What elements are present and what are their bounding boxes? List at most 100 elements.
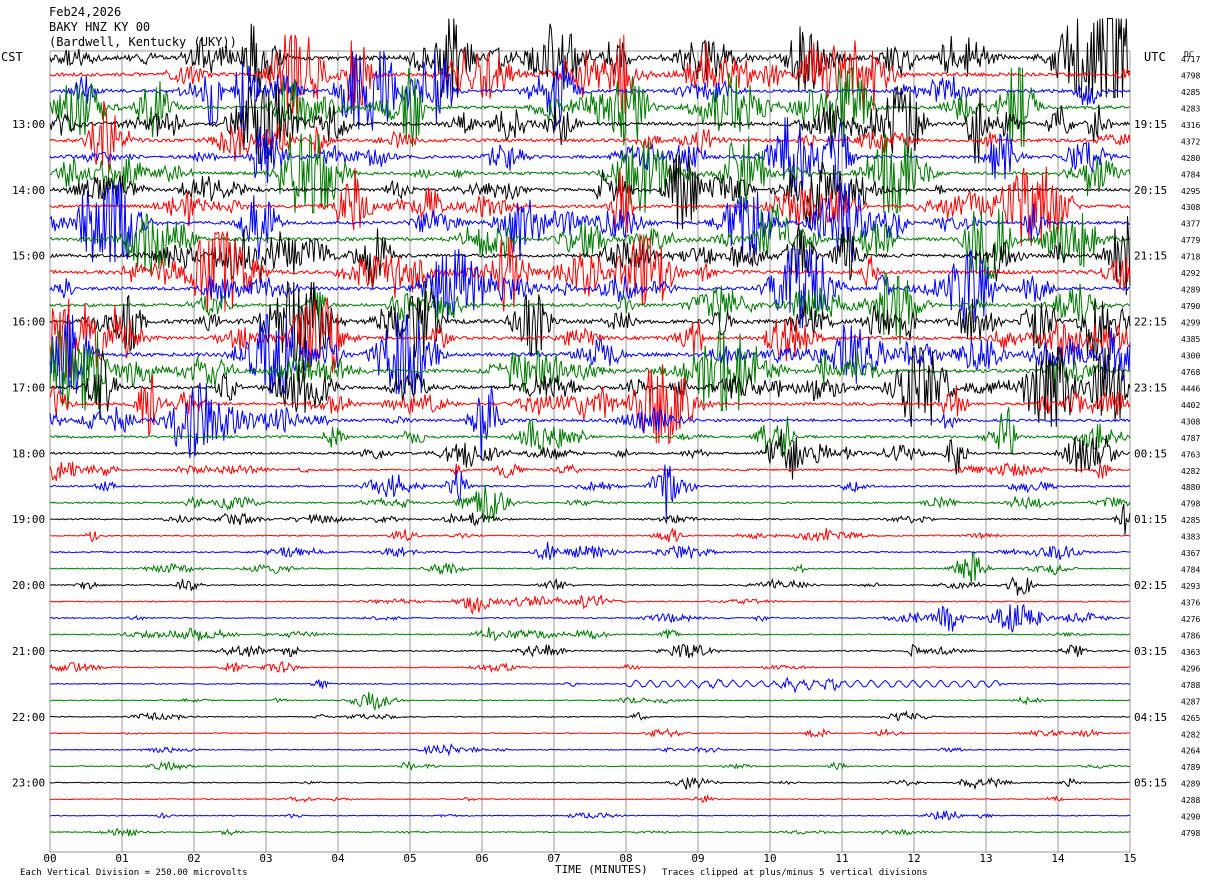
left-hour-label: 23:00 bbox=[12, 777, 45, 790]
right-hour-label: 04:15 bbox=[1134, 711, 1167, 724]
dc-offset-label: 4385 bbox=[1181, 335, 1200, 344]
clip-note: Traces clipped at plus/minus 5 vertical … bbox=[662, 868, 928, 878]
right-hour-label: 00:15 bbox=[1134, 447, 1167, 460]
dc-offset-label: 4288 bbox=[1181, 796, 1200, 805]
dc-offset-label: 4316 bbox=[1181, 121, 1200, 130]
seismic-trace bbox=[49, 461, 1130, 482]
dc-offset-label: 4790 bbox=[1181, 302, 1200, 311]
dc-offset-label: 4779 bbox=[1181, 236, 1200, 245]
seismic-trace bbox=[49, 661, 1130, 674]
x-tick-label: 12 bbox=[907, 852, 920, 865]
x-tick-label: 01 bbox=[115, 852, 128, 865]
seismic-trace bbox=[50, 552, 1130, 583]
left-hour-label: 18:00 bbox=[12, 447, 45, 460]
seismic-trace bbox=[49, 464, 1131, 520]
seismic-trace bbox=[49, 827, 1131, 837]
seismic-trace bbox=[49, 117, 1131, 197]
left-hour-label: 17:00 bbox=[12, 381, 45, 394]
dc-offset-label: 4289 bbox=[1181, 286, 1200, 295]
header-location: (Bardwell, Kentucky (UKY)) bbox=[49, 35, 237, 49]
dc-offset-label: 4308 bbox=[1181, 203, 1200, 212]
dc-offset-label: 4285 bbox=[1181, 88, 1200, 97]
dc-offset-label: 4299 bbox=[1181, 319, 1200, 328]
dc-offset-label: 4789 bbox=[1181, 763, 1200, 772]
trace-group bbox=[49, 18, 1131, 837]
dc-offset-label: 4300 bbox=[1181, 351, 1200, 360]
dc-offset-label: 4784 bbox=[1181, 170, 1200, 179]
x-tick-label: 02 bbox=[187, 852, 200, 865]
x-axis-title: TIME (MINUTES) bbox=[555, 863, 648, 876]
dc-offset-label: 4798 bbox=[1181, 500, 1200, 509]
helicorder-plot: Feb24,2026 BAKY HNZ KY 00 (Bardwell, Ken… bbox=[1, 5, 1200, 878]
dc-offset-label: 4265 bbox=[1181, 714, 1200, 723]
right-hour-labels: 19:15 20:15 21:15 22:15 23:15 00:15 01:15 02:15… bbox=[1134, 118, 1167, 790]
seismic-trace bbox=[49, 133, 1131, 214]
right-hour-label: 23:15 bbox=[1134, 381, 1167, 394]
dc-offset-label: 4363 bbox=[1181, 648, 1200, 657]
dc-offset-label: 4446 bbox=[1181, 384, 1200, 393]
seismic-trace bbox=[49, 727, 1131, 739]
scale-note: Each Vertical Division = 250.00 microvol… bbox=[20, 868, 248, 878]
dc-offset-label: 4295 bbox=[1181, 187, 1200, 196]
dc-offset-label: 4282 bbox=[1181, 730, 1200, 739]
right-axis-label: UTC bbox=[1144, 50, 1166, 64]
dc-offset-label: 4798 bbox=[1181, 829, 1200, 838]
dc-offset-label: 4784 bbox=[1181, 566, 1200, 575]
dc-offset-label: 4289 bbox=[1181, 780, 1200, 789]
x-tick-label: 00 bbox=[43, 852, 56, 865]
seismic-trace bbox=[49, 527, 1131, 543]
dc-offset-label: 4383 bbox=[1181, 533, 1200, 542]
dc-offset-label: 4285 bbox=[1181, 516, 1200, 525]
right-hour-label: 19:15 bbox=[1134, 118, 1167, 131]
dc-offset-label: 4763 bbox=[1181, 450, 1200, 459]
x-tick-label: 05 bbox=[403, 852, 416, 865]
dc-offset-label: 4290 bbox=[1181, 813, 1200, 822]
dc-offset-label: 4264 bbox=[1181, 747, 1200, 756]
left-hour-label: 14:00 bbox=[12, 184, 45, 197]
dc-offset-label: 4880 bbox=[1181, 483, 1200, 492]
left-hour-label: 22:00 bbox=[12, 711, 45, 724]
seismic-trace bbox=[49, 809, 1131, 821]
dc-offset-label: 4292 bbox=[1181, 269, 1200, 278]
seismic-trace bbox=[50, 760, 1131, 772]
dc-offset-label: 4282 bbox=[1181, 467, 1200, 476]
dc-offset-label: 4718 bbox=[1181, 253, 1200, 262]
left-hour-label: 16:00 bbox=[12, 316, 45, 329]
x-tick-label: 15 bbox=[1123, 852, 1136, 865]
dc-offset-labels: 4717 4798 4285 4283 4316 4372 4280 4784 4295 4308… bbox=[1181, 55, 1200, 838]
x-tick-label: 10 bbox=[763, 852, 776, 865]
left-hour-label: 20:00 bbox=[12, 579, 45, 592]
dc-offset-label: 4296 bbox=[1181, 664, 1200, 673]
left-hour-label: 21:00 bbox=[12, 645, 45, 658]
seismic-trace bbox=[49, 18, 1131, 99]
seismic-trace bbox=[49, 594, 1131, 615]
right-hour-label: 01:15 bbox=[1134, 513, 1167, 526]
x-tick-label: 03 bbox=[259, 852, 272, 865]
seismic-trace bbox=[49, 743, 1130, 757]
seismic-trace bbox=[49, 677, 1131, 694]
left-hour-label: 19:00 bbox=[12, 513, 45, 526]
seismic-trace bbox=[49, 603, 1131, 633]
dc-offset-label: 4717 bbox=[1181, 55, 1200, 64]
dc-offset-label: 4768 bbox=[1181, 368, 1200, 377]
seismic-trace bbox=[50, 503, 1131, 535]
dc-offset-label: 4787 bbox=[1181, 434, 1200, 443]
dc-offset-label: 4798 bbox=[1181, 71, 1200, 80]
seismic-trace bbox=[49, 330, 1131, 411]
dc-offset-label: 4786 bbox=[1181, 631, 1200, 640]
seismic-trace bbox=[49, 643, 1131, 659]
seismic-trace bbox=[49, 153, 1131, 230]
seismic-trace bbox=[49, 576, 1131, 596]
left-hour-label: 13:00 bbox=[12, 118, 45, 131]
seismic-trace bbox=[49, 541, 1131, 561]
left-hour-label: 15:00 bbox=[12, 250, 45, 263]
right-hour-label: 22:15 bbox=[1134, 316, 1167, 329]
dc-offset-label: 4372 bbox=[1181, 137, 1200, 146]
header-station: BAKY HNZ KY 00 bbox=[49, 20, 150, 34]
dc-offset-label: 4788 bbox=[1181, 681, 1200, 690]
seismic-trace bbox=[49, 794, 1131, 804]
dc-offset-label: 4280 bbox=[1181, 154, 1200, 163]
x-tick-label: 06 bbox=[475, 852, 488, 865]
seismic-trace bbox=[49, 776, 1131, 791]
seismic-trace bbox=[49, 627, 1131, 642]
